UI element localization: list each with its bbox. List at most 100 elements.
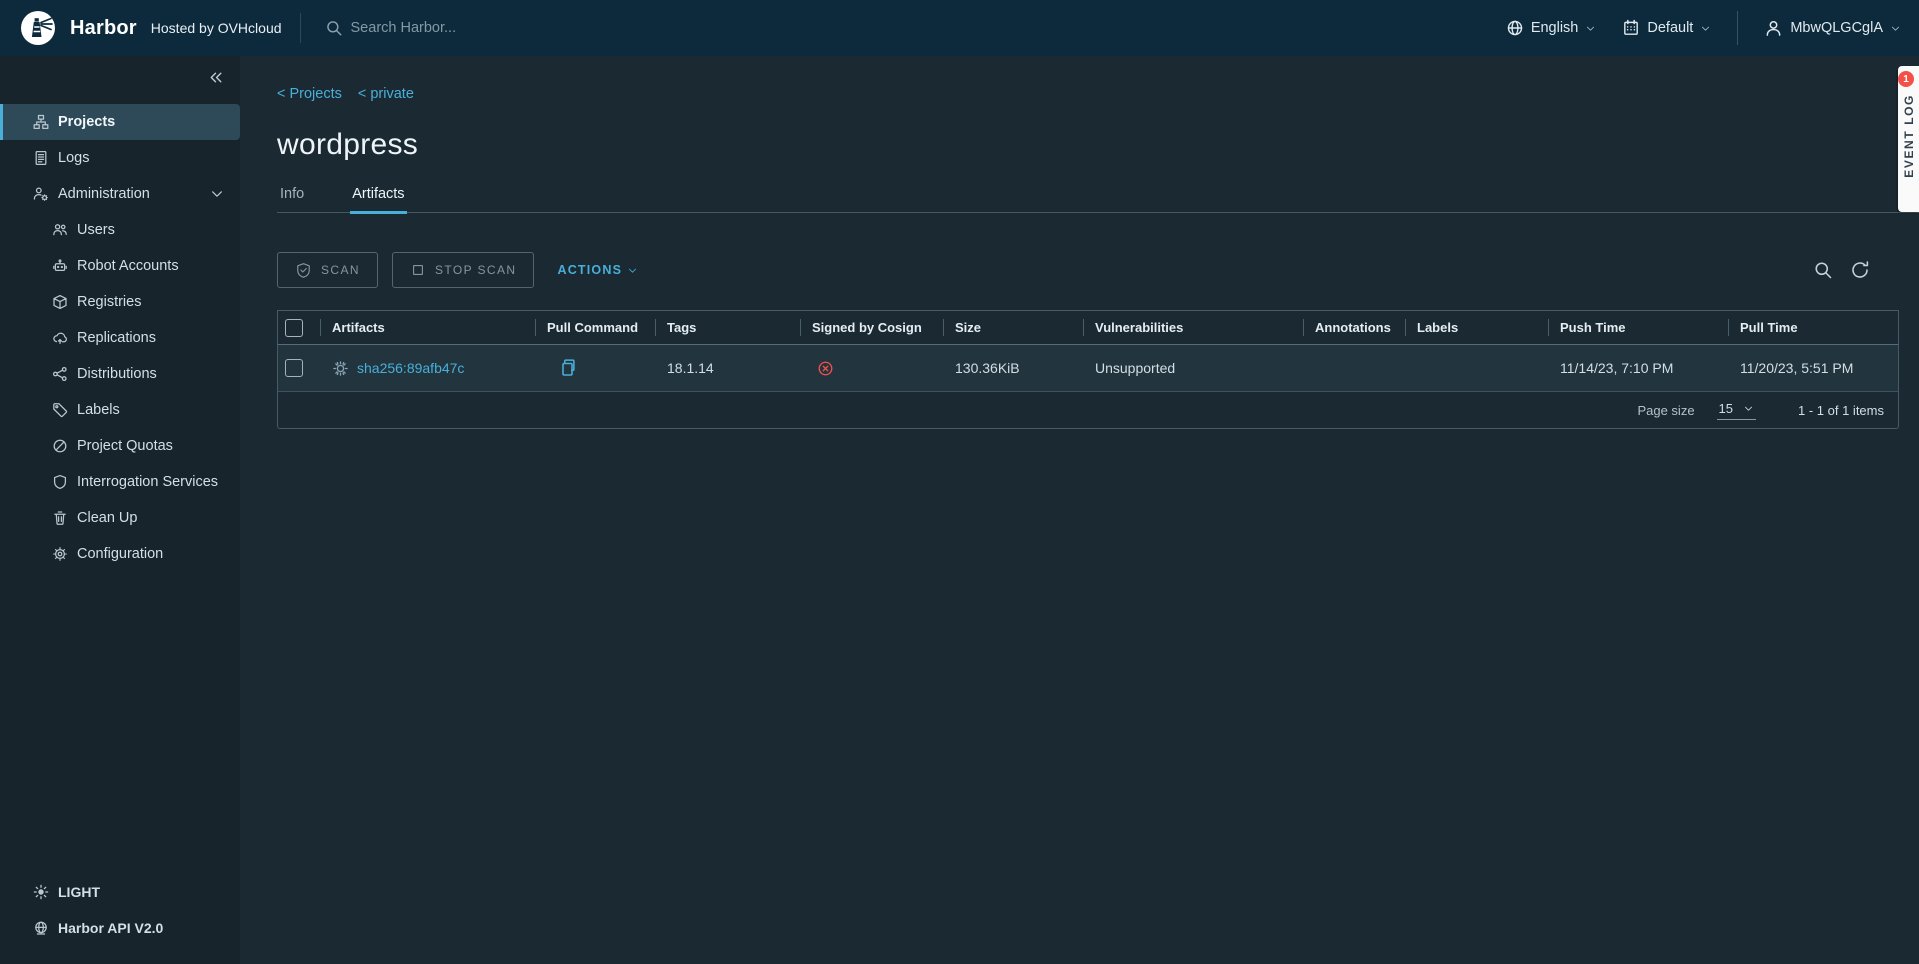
sidebar-item-projects[interactable]: Projects — [0, 104, 240, 140]
search-icon — [325, 19, 343, 37]
row-checkbox[interactable] — [285, 359, 303, 377]
sun-icon — [33, 884, 49, 900]
artifact-type-icon — [332, 360, 349, 377]
actions-label: ACTIONS — [557, 263, 622, 277]
brand-subtitle: Hosted by OVHcloud — [151, 20, 282, 36]
event-log-tab[interactable]: 1 EVENT LOG — [1898, 66, 1919, 212]
theme-toggle-light[interactable]: LIGHT — [0, 874, 240, 910]
sidebar-item-logs[interactable]: Logs — [0, 140, 240, 176]
language-menu[interactable]: English — [1506, 19, 1597, 37]
sidebar-item-clean-up[interactable]: Clean Up — [0, 500, 240, 536]
shield-check-icon — [295, 262, 312, 279]
copy-pull-command-icon[interactable] — [559, 358, 579, 378]
breadcrumb-project-link[interactable]: < private — [358, 86, 414, 102]
nav-label: Registries — [77, 294, 141, 310]
col-labels[interactable]: Labels — [1405, 311, 1548, 344]
stop-scan-button[interactable]: STOP SCAN — [392, 252, 535, 288]
event-log-badge: 1 — [1898, 71, 1914, 87]
cube-icon — [52, 294, 68, 310]
sidebar-item-users[interactable]: Users — [0, 212, 240, 248]
page-size-value: 15 — [1719, 401, 1733, 416]
admin-user-gear-icon — [33, 186, 49, 202]
nav-label: Distributions — [77, 366, 157, 382]
sidebar-item-interrogation-services[interactable]: Interrogation Services — [0, 464, 240, 500]
top-header: Harbor Hosted by OVHcloud English Defaul… — [0, 0, 1919, 56]
main-content: < Projects < private wordpress Info Arti… — [240, 56, 1919, 964]
nav-label: Projects — [58, 114, 115, 130]
tab-info[interactable]: Info — [278, 182, 306, 212]
harbor-logo-icon[interactable] — [20, 10, 56, 46]
tab-artifacts[interactable]: Artifacts — [350, 182, 406, 214]
sidebar-footer: LIGHT Harbor API V2.0 — [0, 874, 240, 946]
col-artifacts[interactable]: Artifacts — [320, 311, 535, 344]
pagination-range: 1 - 1 of 1 items — [1798, 403, 1884, 418]
col-pull-time[interactable]: Pull Time — [1728, 311, 1898, 344]
artifact-vulnerabilities: Unsupported — [1083, 360, 1303, 376]
col-push-time[interactable]: Push Time — [1548, 311, 1728, 344]
shield-icon — [52, 474, 68, 490]
theme-label: Default — [1647, 20, 1693, 36]
col-pull-command[interactable]: Pull Command — [535, 311, 655, 344]
col-annotations[interactable]: Annotations — [1303, 311, 1405, 344]
sidebar-item-configuration[interactable]: Configuration — [0, 536, 240, 572]
nav-label: Interrogation Services — [77, 474, 218, 490]
sidebar-item-harbor-api[interactable]: Harbor API V2.0 — [0, 910, 240, 946]
sidebar-item-labels[interactable]: Labels — [0, 392, 240, 428]
sidebar-collapse-button[interactable] — [207, 69, 224, 86]
table-footer: Page size 15 1 - 1 of 1 items — [278, 392, 1898, 428]
search-input[interactable] — [349, 19, 669, 37]
theme-menu[interactable]: Default — [1622, 19, 1711, 37]
quota-gauge-icon — [52, 438, 68, 454]
scan-button-label: SCAN — [321, 263, 360, 277]
nav-label: Robot Accounts — [77, 258, 179, 274]
actions-dropdown-button[interactable]: ACTIONS — [557, 263, 638, 277]
sidebar-item-robot-accounts[interactable]: Robot Accounts — [0, 248, 240, 284]
refresh-icon[interactable] — [1850, 260, 1870, 280]
sidebar-item-distributions[interactable]: Distributions — [0, 356, 240, 392]
not-signed-icon — [817, 360, 834, 377]
nav-label: LIGHT — [58, 884, 100, 900]
nav-label: Harbor API V2.0 — [58, 920, 163, 936]
scan-button[interactable]: SCAN — [277, 252, 378, 288]
col-signed-by-cosign[interactable]: Signed by Cosign — [800, 311, 943, 344]
sidebar-item-project-quotas[interactable]: Project Quotas — [0, 428, 240, 464]
header-actions: English Default MbwQLGCglA — [1506, 11, 1919, 45]
page-size-select[interactable]: 15 — [1717, 401, 1756, 420]
col-vulnerabilities[interactable]: Vulnerabilities — [1083, 311, 1303, 344]
user-menu[interactable]: MbwQLGCglA — [1764, 19, 1901, 38]
username-label: MbwQLGCglA — [1790, 20, 1883, 36]
robot-icon — [52, 258, 68, 274]
chevron-down-icon — [210, 187, 224, 201]
artifact-pull-time: 11/20/23, 5:51 PM — [1728, 360, 1898, 376]
stop-scan-button-label: STOP SCAN — [435, 263, 517, 277]
page-size-label: Page size — [1637, 403, 1694, 418]
chevron-down-icon — [1585, 23, 1596, 34]
artifact-digest-link[interactable]: sha256:89afb47c — [357, 360, 464, 376]
logs-icon — [33, 150, 49, 166]
breadcrumb-projects-link[interactable]: < Projects — [277, 86, 342, 102]
event-log-label: EVENT LOG — [1902, 94, 1916, 178]
user-icon — [1764, 19, 1783, 38]
col-tags[interactable]: Tags — [655, 311, 800, 344]
sidebar-item-administration[interactable]: Administration — [0, 176, 240, 212]
header-divider — [1737, 11, 1738, 45]
col-size[interactable]: Size — [943, 311, 1083, 344]
projects-icon — [33, 114, 49, 130]
nav-label: Replications — [77, 330, 156, 346]
brand-title[interactable]: Harbor — [70, 17, 137, 40]
globe-icon — [1506, 19, 1524, 37]
artifact-size: 130.36KiB — [943, 360, 1083, 376]
nav-label: Labels — [77, 402, 120, 418]
artifacts-toolbar: SCAN STOP SCAN ACTIONS — [277, 252, 1899, 288]
tag-icon — [52, 402, 68, 418]
share-icon — [52, 366, 68, 382]
artifacts-table: Artifacts Pull Command Tags Signed by Co… — [277, 310, 1899, 429]
sidebar-item-replications[interactable]: Replications — [0, 320, 240, 356]
language-label: English — [1531, 20, 1579, 36]
filter-search-icon[interactable] — [1813, 260, 1833, 280]
select-all-checkbox[interactable] — [285, 319, 303, 337]
sidebar-item-registries[interactable]: Registries — [0, 284, 240, 320]
cloud-sync-icon — [52, 330, 68, 346]
artifact-push-time: 11/14/23, 7:10 PM — [1548, 360, 1728, 376]
nav-label: Logs — [58, 150, 89, 166]
